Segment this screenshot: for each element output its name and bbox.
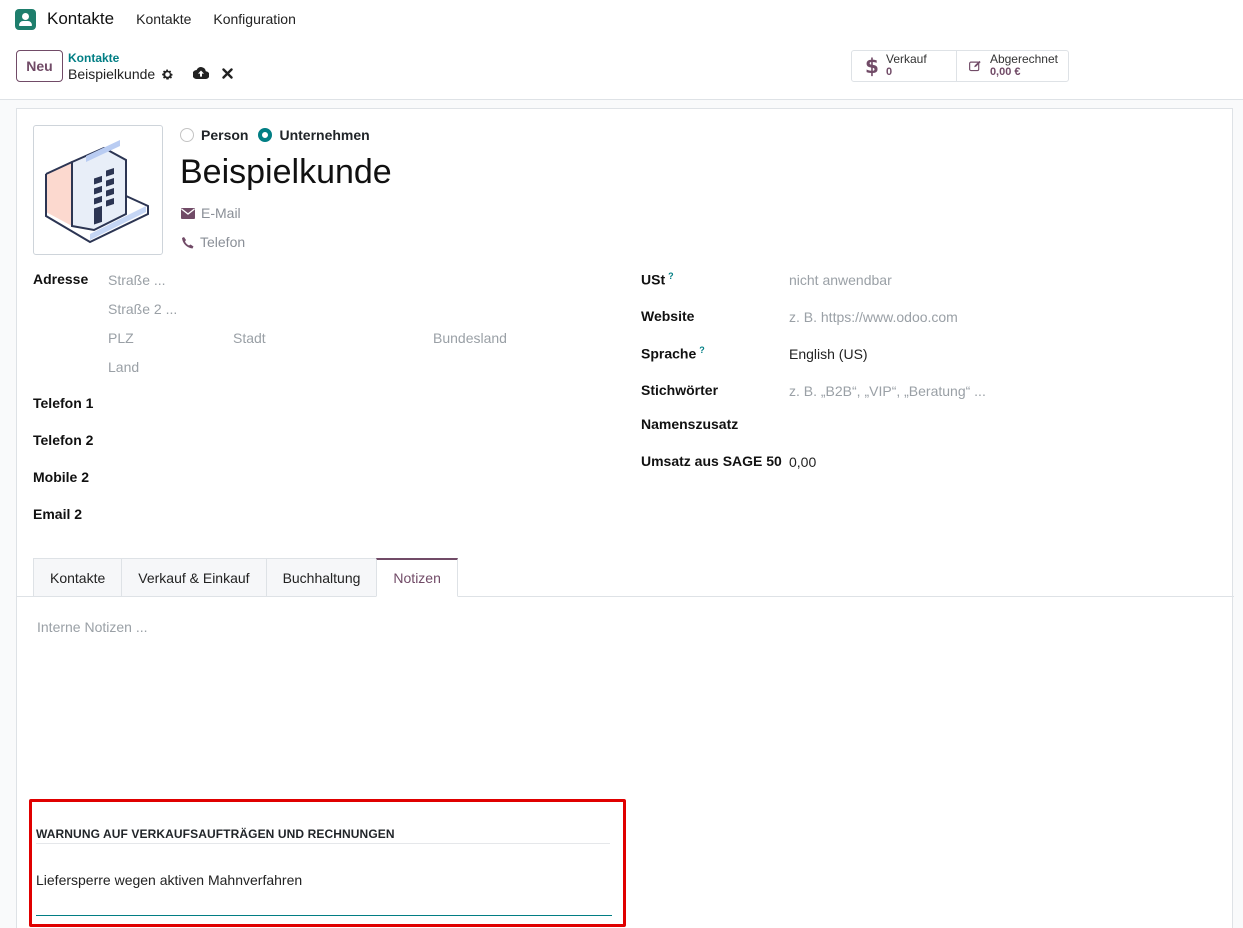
menu-konfiguration[interactable]: Konfiguration — [213, 11, 296, 27]
smart-button-sales[interactable]: $ Verkauf 0 — [852, 51, 956, 81]
tab-buchhaltung[interactable]: Buchhaltung — [265, 558, 377, 597]
dollar-icon: $ — [865, 55, 878, 77]
top-navbar: Kontakte Kontakte Konfiguration — [0, 0, 1243, 38]
name-suffix-label: Namenszusatz — [641, 416, 739, 432]
country-select[interactable]: Land — [108, 359, 139, 375]
sale-warning-separator — [36, 843, 610, 844]
smart-buttons: $ Verkauf 0 Abgerechnet 0,00 € — [851, 50, 1069, 82]
sale-warning-title: WARNUNG AUF VERKAUFSAUFTRÄGEN UND RECHNU… — [36, 827, 395, 841]
tab-verkauf-einkauf[interactable]: Verkauf & Einkauf — [121, 558, 266, 597]
smart-button-sales-label: Verkauf — [886, 52, 927, 66]
building-icon — [45, 140, 149, 244]
tags-label: Stichwörter — [641, 382, 719, 398]
close-icon[interactable] — [222, 66, 233, 82]
company-type-radio: Person Unternehmen — [180, 127, 380, 143]
breadcrumb-current: Beispielkunde — [68, 66, 174, 82]
zip-input[interactable]: PLZ — [108, 330, 134, 346]
smart-button-invoiced-label: Abgerechnet — [989, 52, 1058, 66]
email-field[interactable]: E-Mail — [181, 205, 241, 221]
tab-notizen[interactable]: Notizen — [376, 558, 458, 597]
tags-input[interactable]: z. B. „B2B“, „VIP“, „Beratung“ ... — [789, 383, 986, 399]
tab-kontakte[interactable]: Kontakte — [33, 558, 122, 597]
smart-button-invoiced[interactable]: Abgerechnet 0,00 € — [956, 51, 1068, 81]
notebook-tabs: Kontakte Verkauf & Einkauf Buchhaltung N… — [33, 558, 458, 597]
breadcrumb-parent[interactable]: Kontakte — [68, 51, 119, 65]
sale-warning-input[interactable]: Liefersperre wegen aktiven Mahnverfahren — [36, 872, 302, 888]
internal-notes-editor[interactable]: Interne Notizen ... — [37, 619, 148, 635]
new-button[interactable]: Neu — [16, 50, 63, 82]
envelope-icon — [181, 207, 195, 219]
contacts-app-icon[interactable] — [15, 8, 36, 30]
phone-icon — [182, 236, 194, 248]
sage-revenue-label: Umsatz aus SAGE 50 — [641, 453, 782, 469]
form-status-icons — [192, 66, 233, 82]
vat-help-icon[interactable]: ? — [668, 271, 674, 281]
breadcrumb-current-label: Beispielkunde — [68, 66, 156, 82]
svg-text:$: $ — [865, 55, 878, 77]
state-select[interactable]: Bundesland — [433, 330, 507, 346]
radio-person[interactable] — [180, 128, 194, 142]
email-placeholder: E-Mail — [201, 205, 241, 221]
form-sheet: Person Unternehmen Beispielkunde E-Mail … — [16, 108, 1234, 928]
control-panel: Neu Kontakte Beispielkunde $ Verkauf 0 A… — [0, 38, 1243, 100]
website-label: Website — [641, 308, 695, 324]
website-input[interactable]: z. B. https://www.odoo.com — [789, 309, 958, 325]
smart-button-sales-value: 0 — [886, 66, 893, 78]
language-label: Sprache? — [641, 345, 705, 362]
radio-person-label[interactable]: Person — [201, 127, 248, 143]
vat-input[interactable]: nicht anwendbar — [789, 272, 892, 288]
company-avatar[interactable] — [33, 125, 163, 255]
address-label: Adresse — [33, 271, 89, 287]
language-select[interactable]: English (US) — [789, 346, 868, 362]
phone-placeholder: Telefon — [200, 234, 246, 250]
mobile2-label: Mobile 2 — [33, 469, 90, 485]
cloud-upload-icon[interactable] — [192, 66, 210, 82]
language-help-icon[interactable]: ? — [699, 345, 705, 355]
gear-icon[interactable] — [161, 68, 174, 81]
street-input[interactable]: Straße ... — [108, 272, 166, 288]
partner-name-field[interactable]: Beispielkunde — [180, 153, 392, 192]
vat-label-text: USt — [641, 271, 666, 288]
menu-kontakte[interactable]: Kontakte — [136, 11, 191, 27]
phone1-label: Telefon 1 — [33, 395, 94, 411]
vat-label: USt? — [641, 271, 674, 288]
city-input[interactable]: Stadt — [233, 330, 266, 346]
radio-company[interactable] — [258, 128, 273, 142]
sage-revenue-value: 0,00 — [789, 454, 817, 470]
app-name[interactable]: Kontakte — [47, 9, 114, 29]
sale-warning-input-underline — [36, 915, 612, 916]
street2-input[interactable]: Straße 2 ... — [108, 301, 177, 317]
phone2-label: Telefon 2 — [33, 432, 94, 448]
phone-field[interactable]: Telefon — [181, 234, 245, 250]
sale-warning-section: WARNUNG AUF VERKAUFSAUFTRÄGEN UND RECHNU… — [29, 799, 626, 927]
smart-button-invoiced-value: 0,00 € — [989, 66, 1021, 78]
language-label-text: Sprache — [641, 345, 697, 362]
edit-icon — [969, 60, 981, 72]
radio-company-label[interactable]: Unternehmen — [279, 127, 369, 143]
email2-label: Email 2 — [33, 506, 83, 522]
